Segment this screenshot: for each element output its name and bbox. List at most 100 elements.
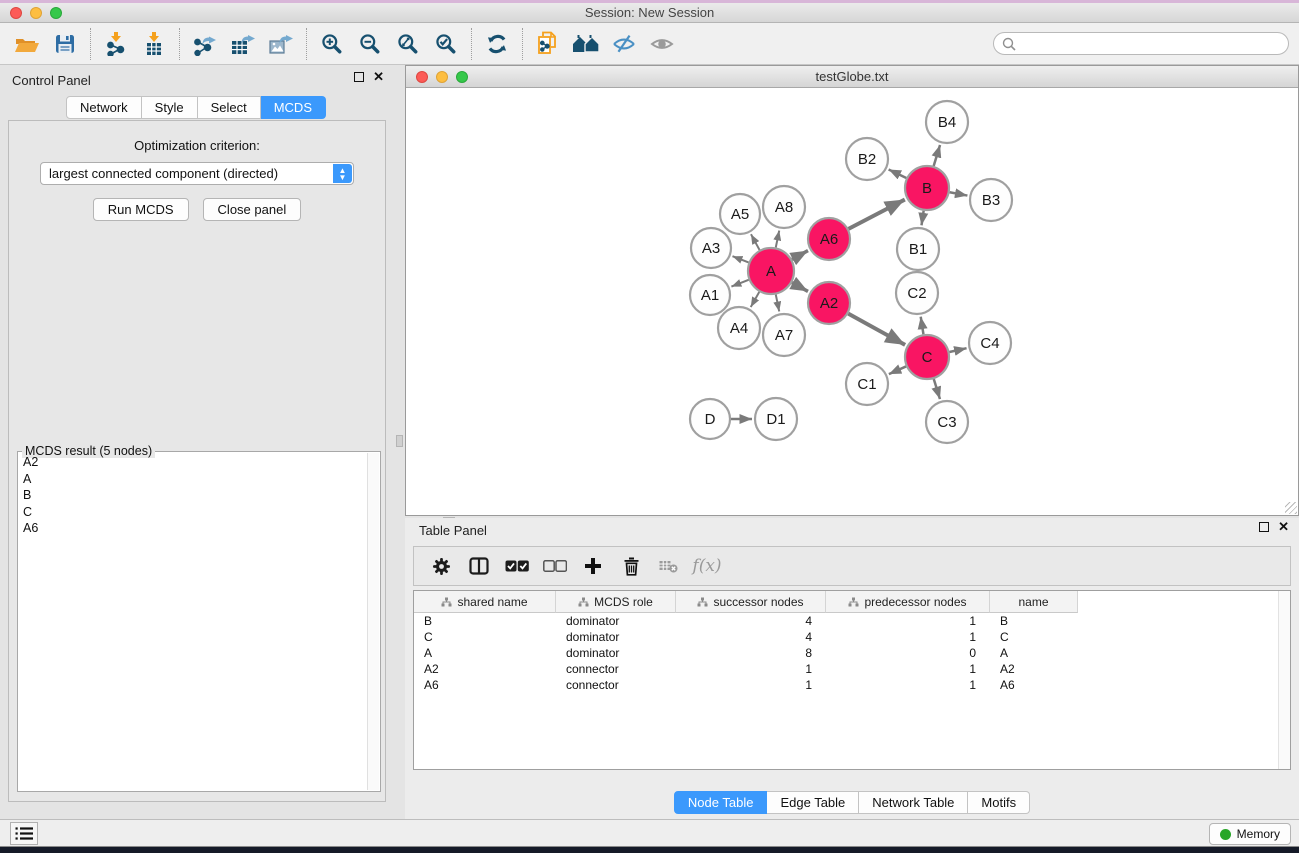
- search-input[interactable]: [993, 32, 1289, 55]
- node-C4[interactable]: C4: [969, 322, 1011, 364]
- list-item[interactable]: A: [20, 471, 366, 488]
- list-item[interactable]: C: [20, 504, 366, 521]
- node-A5[interactable]: A5: [720, 194, 760, 234]
- vertical-splitter-handle[interactable]: [396, 435, 403, 447]
- criterion-dropdown[interactable]: largest connected component (directed) ▲…: [40, 162, 354, 185]
- table-scrollbar[interactable]: [1278, 591, 1290, 769]
- node-A8[interactable]: A8: [763, 186, 805, 228]
- save-icon[interactable]: [46, 27, 84, 61]
- export-network-icon[interactable]: [186, 27, 224, 61]
- export-image-icon[interactable]: [262, 27, 300, 61]
- delete-table-icon[interactable]: [652, 550, 686, 582]
- column-header-MCDS-role[interactable]: MCDS role: [556, 591, 676, 613]
- edge-C-C2[interactable]: [921, 317, 924, 335]
- delete-icon[interactable]: [614, 550, 648, 582]
- edge-B-B1[interactable]: [922, 211, 924, 226]
- node-A7[interactable]: A7: [763, 314, 805, 356]
- node-B[interactable]: B: [905, 166, 949, 210]
- float-panel-icon[interactable]: [354, 72, 364, 82]
- close-table-panel-icon[interactable]: ✕: [1278, 522, 1289, 532]
- network-canvas[interactable]: B4 B2 B B3 A5A8A6 A3 B1 A A1 C2 A2 A4A7 C4 C C1 D D1 C3: [406, 88, 1298, 515]
- node-A4[interactable]: A4: [718, 307, 760, 349]
- node-A6[interactable]: A6: [808, 218, 850, 260]
- table-row[interactable]: A6connector11A6: [414, 677, 1290, 693]
- close-panel-icon[interactable]: ✕: [373, 72, 384, 82]
- edge-A-A5[interactable]: [751, 234, 760, 250]
- edge-B-B3[interactable]: [950, 192, 968, 195]
- list-item[interactable]: A2: [20, 454, 366, 471]
- node-C[interactable]: C: [905, 335, 949, 379]
- edge-C-C4[interactable]: [949, 348, 966, 352]
- column-header-predecessor-nodes[interactable]: predecessor nodes: [826, 591, 990, 613]
- tab-style[interactable]: Style: [142, 96, 198, 119]
- tab-motifs[interactable]: Motifs: [968, 791, 1030, 814]
- edge-C-C3[interactable]: [934, 379, 940, 399]
- hide-panels-icon[interactable]: [605, 27, 643, 61]
- column-header-shared-name[interactable]: shared name: [414, 591, 556, 613]
- column-header-successor-nodes[interactable]: successor nodes: [676, 591, 826, 613]
- import-network-icon[interactable]: [97, 27, 135, 61]
- node-A2[interactable]: A2: [808, 282, 850, 324]
- split-columns-icon[interactable]: [462, 550, 496, 582]
- memory-button[interactable]: Memory: [1209, 823, 1291, 845]
- table-row[interactable]: A2connector11A2: [414, 661, 1290, 677]
- close-panel-button[interactable]: Close panel: [203, 198, 302, 221]
- home-icon[interactable]: [567, 27, 605, 61]
- column-header-name[interactable]: name: [990, 591, 1078, 613]
- edge-A-A4[interactable]: [751, 292, 760, 307]
- node-D1[interactable]: D1: [755, 398, 797, 440]
- tab-mcds[interactable]: MCDS: [261, 96, 326, 119]
- zoom-selected-icon[interactable]: [427, 27, 465, 61]
- import-table-icon[interactable]: [135, 27, 173, 61]
- export-table-icon[interactable]: [224, 27, 262, 61]
- add-icon[interactable]: [576, 550, 610, 582]
- node-A[interactable]: A: [748, 248, 794, 294]
- tab-node-table[interactable]: Node Table: [674, 791, 768, 814]
- edge-A6-B[interactable]: [849, 200, 905, 229]
- node-C3[interactable]: C3: [926, 401, 968, 443]
- node-B4[interactable]: B4: [926, 101, 968, 143]
- tab-network-table[interactable]: Network Table: [859, 791, 968, 814]
- zoom-in-icon[interactable]: [313, 27, 351, 61]
- edge-A-A6[interactable]: [792, 251, 808, 260]
- zoom-out-icon[interactable]: [351, 27, 389, 61]
- edge-A-A3[interactable]: [732, 256, 748, 262]
- run-mcds-button[interactable]: Run MCDS: [93, 198, 189, 221]
- node-A1[interactable]: A1: [690, 275, 730, 315]
- table-row[interactable]: Bdominator41B: [414, 613, 1290, 629]
- gear-icon[interactable]: [424, 550, 458, 582]
- list-item[interactable]: A6: [20, 520, 366, 537]
- edge-A-A1[interactable]: [731, 280, 748, 287]
- edge-A2-C[interactable]: [848, 314, 905, 345]
- table-row[interactable]: Cdominator41C: [414, 629, 1290, 645]
- resize-grip[interactable]: [1285, 502, 1297, 514]
- clone-network-icon[interactable]: [529, 27, 567, 61]
- edge-A-A7[interactable]: [776, 295, 779, 312]
- float-table-panel-icon[interactable]: [1259, 522, 1269, 532]
- node-A3[interactable]: A3: [691, 228, 731, 268]
- zoom-fit-icon[interactable]: [389, 27, 427, 61]
- tab-select[interactable]: Select: [198, 96, 261, 119]
- node-B3[interactable]: B3: [970, 179, 1012, 221]
- show-eye-icon[interactable]: [643, 27, 681, 61]
- list-item[interactable]: B: [20, 487, 366, 504]
- mcds-scrollbar[interactable]: [367, 453, 379, 790]
- tab-network[interactable]: Network: [66, 96, 142, 119]
- edge-B-B4[interactable]: [934, 145, 940, 166]
- function-builder-icon[interactable]: f(x): [690, 550, 724, 582]
- node-B2[interactable]: B2: [846, 138, 888, 180]
- clear-checkboxes-icon[interactable]: [538, 550, 572, 582]
- node-B1[interactable]: B1: [897, 228, 939, 270]
- open-folder-icon[interactable]: [8, 27, 46, 61]
- task-list-button[interactable]: [10, 822, 38, 845]
- tab-edge-table[interactable]: Edge Table: [767, 791, 859, 814]
- select-all-checkboxes-icon[interactable]: [500, 550, 534, 582]
- node-D[interactable]: D: [690, 399, 730, 439]
- edge-C-C1[interactable]: [889, 366, 906, 374]
- edge-A-A8[interactable]: [776, 231, 779, 248]
- edge-B-B2[interactable]: [889, 169, 907, 178]
- table-row[interactable]: Adominator80A: [414, 645, 1290, 661]
- edge-A-A2[interactable]: [792, 283, 808, 292]
- node-C2[interactable]: C2: [896, 272, 938, 314]
- node-C1[interactable]: C1: [846, 363, 888, 405]
